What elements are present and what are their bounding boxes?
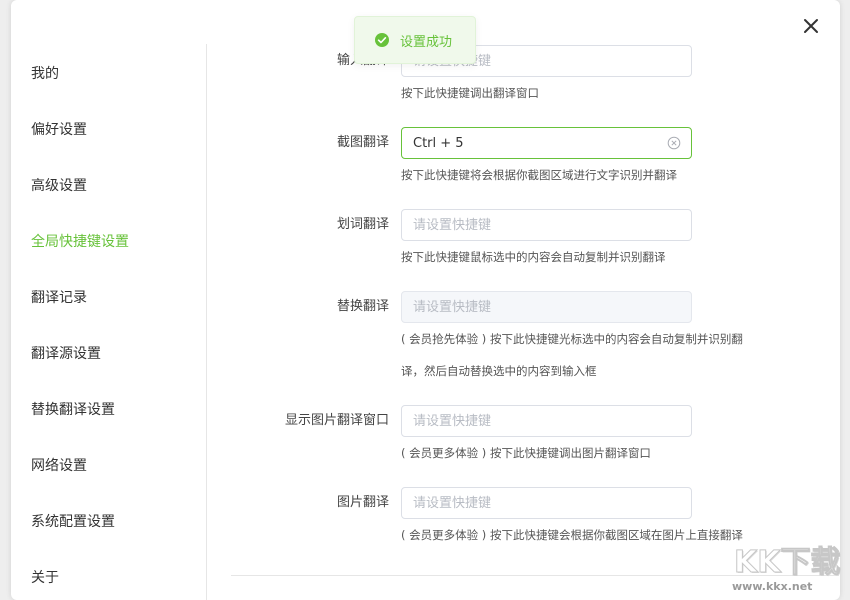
watermark-logo: KK下载 (722, 546, 842, 580)
image-window-shortcut-input[interactable] (401, 405, 692, 437)
watermark-url: www.kkx.net (722, 580, 842, 594)
close-icon (799, 14, 823, 38)
watermark: KK下载 www.kkx.net (722, 546, 842, 598)
image-window-label: 显示图片翻译窗口 (209, 411, 389, 431)
replace-translate-shortcut-input (401, 291, 692, 323)
sidebar-item-network[interactable]: 网络设置 (31, 456, 87, 476)
clear-input-button[interactable] (667, 136, 681, 150)
replace-translate-hint-line1: ( 会员抢先体验 ) 按下此快捷键光标选中的内容会自动复制并识别翻 (401, 330, 743, 348)
sidebar-item-history[interactable]: 翻译记录 (31, 288, 87, 308)
settings-window: 我的 偏好设置 高级设置 全局快捷键设置 翻译记录 翻译源设置 替换翻译设置 网… (11, 0, 840, 600)
close-button[interactable] (799, 14, 823, 38)
sidebar-item-about[interactable]: 关于 (31, 568, 59, 588)
selection-translate-hint: 按下此快捷键鼠标选中的内容会自动复制并识别翻译 (401, 248, 666, 266)
screenshot-translate-shortcut-input[interactable] (401, 127, 692, 159)
clear-circle-icon (667, 136, 681, 150)
toast-message: 设置成功 (400, 31, 452, 50)
selection-translate-shortcut-input[interactable] (401, 209, 692, 241)
sidebar-item-sources[interactable]: 翻译源设置 (31, 344, 101, 364)
sidebar-item-global-shortcuts[interactable]: 全局快捷键设置 (31, 232, 129, 252)
sidebar-item-preferences[interactable]: 偏好设置 (31, 120, 87, 140)
image-translate-label: 图片翻译 (209, 493, 389, 513)
check-circle-icon (374, 32, 390, 48)
sidebar-item-replace-translate[interactable]: 替换翻译设置 (31, 400, 115, 420)
sidebar-item-advanced[interactable]: 高级设置 (31, 176, 87, 196)
image-translate-shortcut-input[interactable] (401, 487, 692, 519)
settings-sidebar: 我的 偏好设置 高级设置 全局快捷键设置 翻译记录 翻译源设置 替换翻译设置 网… (11, 44, 207, 600)
image-translate-hint: ( 会员更多体验 ) 按下此快捷键会根据你截图区域在图片上直接翻译 (401, 526, 743, 544)
sidebar-item-mine[interactable]: 我的 (31, 64, 59, 84)
screenshot-translate-label: 截图翻译 (209, 133, 389, 153)
input-translate-hint: 按下此快捷键调出翻译窗口 (401, 84, 539, 102)
image-window-hint: ( 会员更多体验 ) 按下此快捷键调出图片翻译窗口 (401, 444, 651, 462)
sidebar-item-system-config[interactable]: 系统配置设置 (31, 512, 115, 532)
success-toast: 设置成功 (354, 16, 476, 64)
replace-translate-hint-line2: 译，然后自动替换选中的内容到输入框 (401, 362, 597, 380)
screenshot-translate-hint: 按下此快捷键将会根据你截图区域进行文字识别并翻译 (401, 166, 677, 184)
selection-translate-label: 划词翻译 (209, 215, 389, 235)
replace-translate-label: 替换翻译 (209, 297, 389, 317)
